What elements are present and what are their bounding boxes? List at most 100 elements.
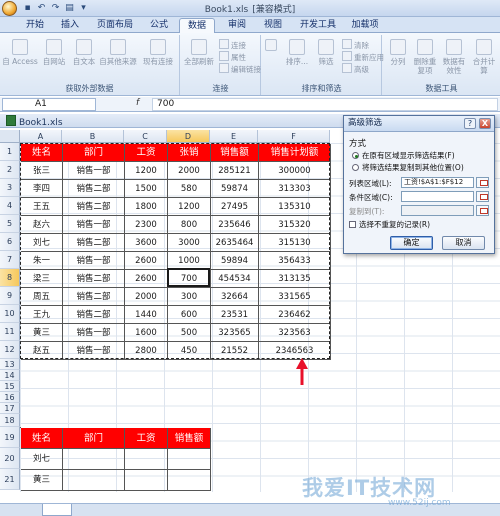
tab-insert[interactable]: 插入 [55,18,85,33]
from-access-label: 自 Access [2,57,38,66]
row-header-10[interactable]: 10 [0,305,20,323]
row-header-9[interactable]: 9 [0,287,20,305]
table-cell[interactable] [125,449,168,470]
radio-empty-icon [352,164,359,171]
row-header-20[interactable]: 20 [0,448,20,469]
table-cell[interactable] [125,470,168,491]
properties-button[interactable]: 属性 [219,51,246,63]
tab-developer[interactable]: 开发工具 [294,18,342,33]
formula-input[interactable]: 700 [152,98,498,111]
column-header-c[interactable]: C [124,130,167,143]
refresh-all-label: 全部刷新 [184,57,214,66]
sheet-tab[interactable] [42,504,72,516]
tab-page-layout[interactable]: 页面布局 [90,18,140,33]
select-all-corner[interactable] [0,130,20,143]
tab-formulas[interactable]: 公式 [144,18,174,33]
table-cell[interactable] [63,470,125,491]
consolidate-label: 合并计算 [472,57,496,75]
column-header-e[interactable]: E [210,130,258,143]
column-header-b[interactable]: B [62,130,124,143]
workbook-tab[interactable]: Book1.xls [6,115,63,128]
duplicates-icon [417,39,433,55]
fx-icon[interactable]: f [136,98,139,108]
list-range-input[interactable]: 工资!$A$1:$F$12 [401,177,474,188]
tab-data[interactable]: 数据 [179,18,215,33]
formula-bar: A1 f 700 [0,97,500,112]
title-bar: ▪ ↶ ↷ ▤ ▾ Book1.xls [兼容模式] [0,0,500,17]
header-cell[interactable]: 销售额 [168,428,211,449]
consolidate-icon [476,39,492,55]
validation-icon [446,39,462,55]
from-access-button[interactable]: 自 Access [2,39,38,66]
radio-selected-icon [352,152,359,159]
header-cell[interactable]: 工资 [125,428,168,449]
filter-button[interactable]: 筛选 [314,39,338,66]
connections-button[interactable]: 连接 [219,39,246,51]
edit-links-button[interactable]: 编辑链接 [219,63,261,75]
row-header-16[interactable]: 16 [0,392,20,403]
row-header-17[interactable]: 17 [0,403,20,414]
help-icon[interactable]: ? [464,118,476,129]
advanced-button[interactable]: 高级 [342,63,369,75]
row-header-18[interactable]: 18 [0,414,20,427]
name-box[interactable]: A1 [2,98,96,111]
table-cell[interactable] [63,449,125,470]
row-header-15[interactable]: 15 [0,381,20,392]
clear-button[interactable]: 清除 [342,39,369,51]
from-other-button[interactable]: 自其他来源 [98,39,138,66]
sort-button[interactable]: 排序... [284,39,310,66]
row-header-4[interactable]: 4 [0,197,20,215]
from-text-button[interactable]: 自文本 [70,39,98,66]
row-header-3[interactable]: 3 [0,179,20,197]
active-cell[interactable] [167,268,210,287]
row-header-14[interactable]: 14 [0,370,20,381]
cancel-button[interactable]: 取消 [442,236,485,250]
tab-view[interactable]: 视图 [258,18,288,33]
table-cell[interactable] [168,449,211,470]
existing-connections-button[interactable]: 现有连接 [140,39,176,66]
row-header-11[interactable]: 11 [0,323,20,341]
remove-duplicates-button[interactable]: 删除重复项 [413,39,437,75]
row-header-2[interactable]: 2 [0,161,20,179]
option-filter-in-place[interactable]: 在原有区域显示筛选结果(F) [352,150,455,161]
table-cell[interactable] [168,470,211,491]
header-cell[interactable]: 姓名 [21,428,63,449]
tab-home[interactable]: 开始 [20,18,50,33]
compat-mode: [兼容模式] [252,5,296,15]
reapply-button[interactable]: 重新应用 [342,51,384,63]
row-header-7[interactable]: 7 [0,251,20,269]
text-to-columns-button[interactable]: 分列 [387,39,409,66]
row-header-6[interactable]: 6 [0,233,20,251]
row-header-19[interactable]: 19 [0,427,20,448]
row-header-13[interactable]: 13 [0,359,20,370]
criteria-range-picker-icon[interactable] [476,191,489,202]
tab-addins[interactable]: 加载项 [346,18,384,33]
row-header-12[interactable]: 12 [0,341,20,359]
criteria-table: 姓名 部门 工资 销售额刘七 黄三 [20,427,211,491]
close-icon[interactable]: X [479,118,491,129]
header-cell[interactable]: 部门 [63,428,125,449]
column-header-a[interactable]: A [20,130,62,143]
row-header-1[interactable]: 1 [0,143,20,161]
refresh-all-button[interactable]: 全部刷新 [183,39,215,66]
consolidate-button[interactable]: 合并计算 [471,39,497,75]
list-range-picker-icon[interactable] [476,177,489,188]
ok-button[interactable]: 确定 [390,236,433,250]
sort-az-icon[interactable] [264,39,278,53]
criteria-range-input[interactable] [401,191,474,202]
row-header-5[interactable]: 5 [0,215,20,233]
column-header-f[interactable]: F [258,130,330,143]
from-web-button[interactable]: 自网站 [40,39,68,66]
group-label-datatools: 数据工具 [425,84,458,93]
column-header-d[interactable]: D [167,130,210,143]
table-cell[interactable]: 刘七 [21,449,63,470]
row-header-8[interactable]: 8 [0,269,20,287]
row-header-21[interactable]: 21 [0,469,20,490]
data-validation-button[interactable]: 数据有效性 [441,39,467,75]
option-copy-to-location[interactable]: 将筛选结果复制到其他位置(O) [352,162,464,173]
filter-label: 筛选 [318,57,334,66]
unique-records-checkbox[interactable]: 选择不重复的记录(R) [349,219,430,230]
table-cell[interactable]: 黄三 [21,470,63,491]
tab-review[interactable]: 审阅 [222,18,252,33]
unique-records-label: 选择不重复的记录(R) [359,220,431,229]
